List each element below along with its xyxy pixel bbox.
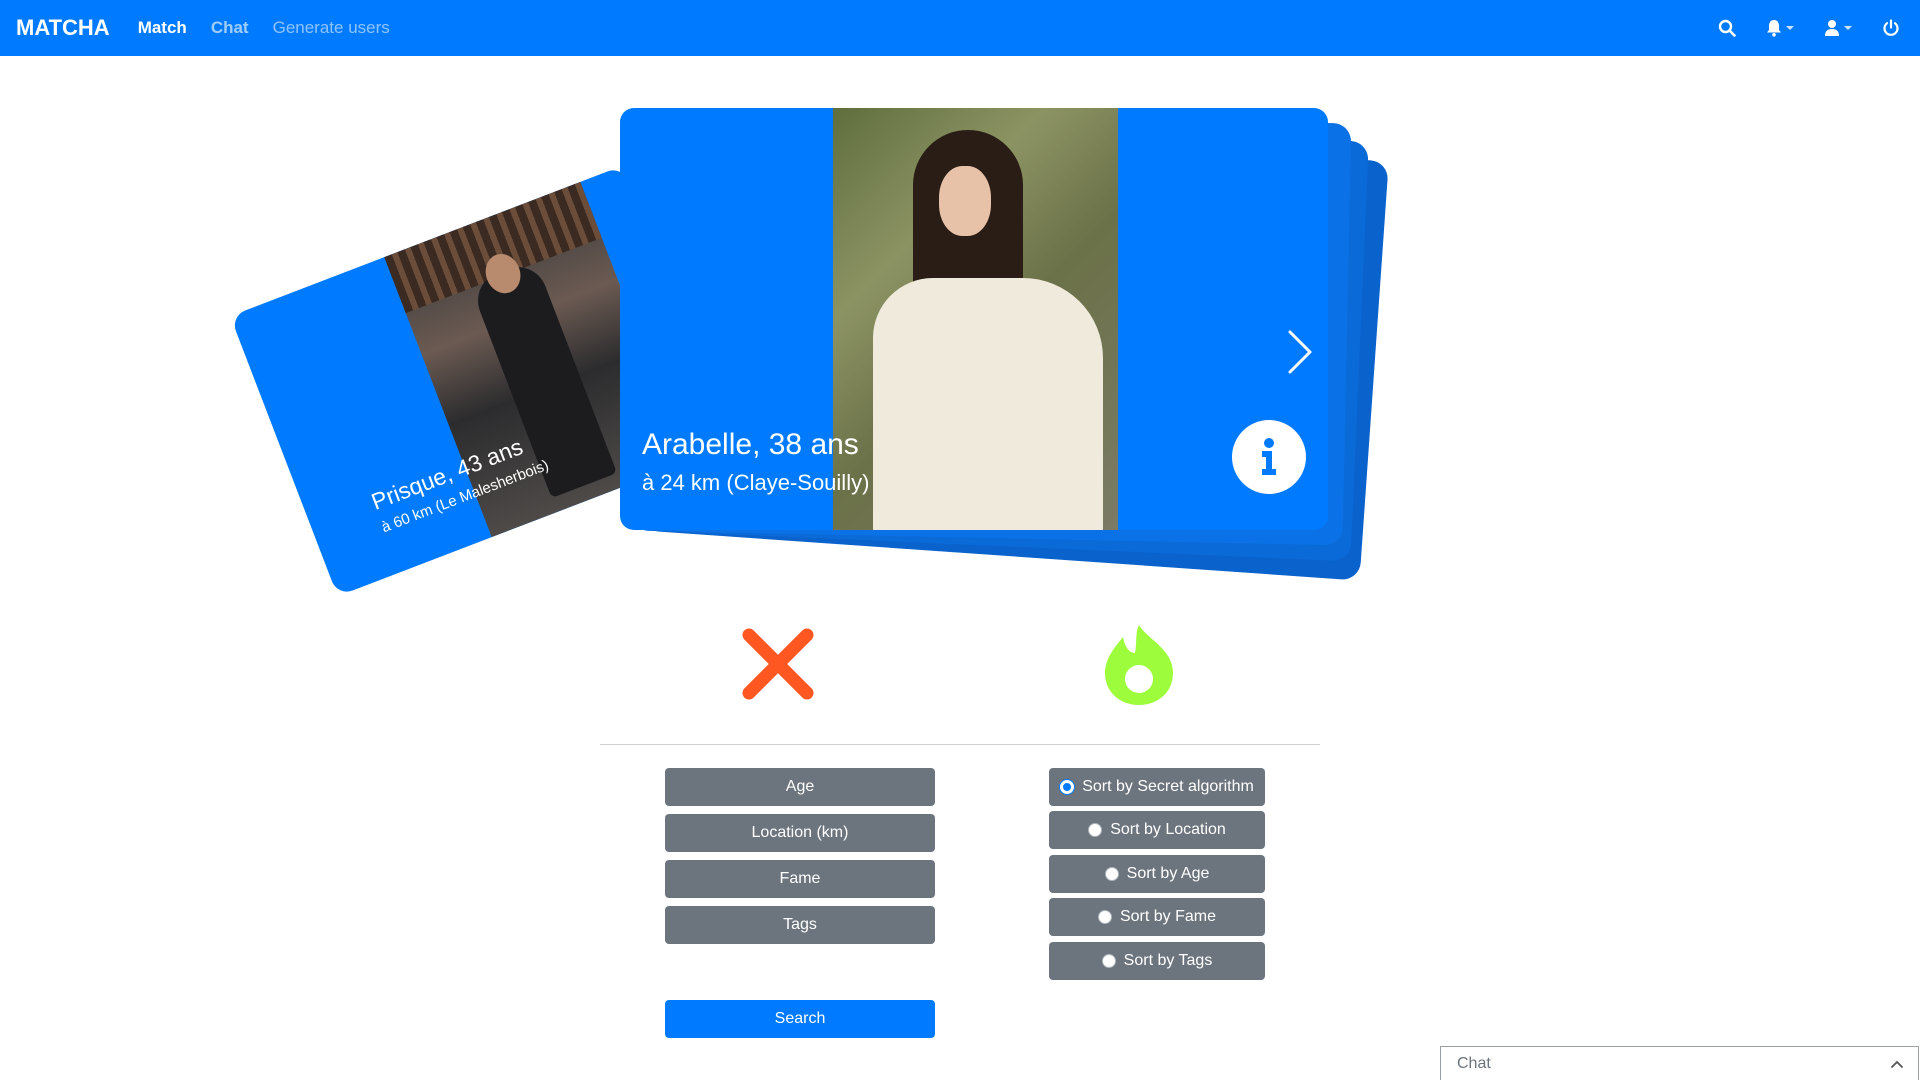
chat-dock[interactable]: Chat (1440, 1046, 1919, 1080)
filter-age-button[interactable]: Age (665, 768, 935, 806)
notifications-dropdown[interactable] (1766, 19, 1794, 37)
search-icon[interactable] (1718, 19, 1736, 37)
like-button[interactable] (1096, 618, 1182, 710)
bell-icon (1767, 20, 1781, 37)
sort-option-label: Sort by Fame (1119, 908, 1217, 925)
photo-subject-face (939, 166, 991, 236)
radio-icon[interactable] (1088, 823, 1103, 837)
sort-option-label: Sort by Tags (1123, 952, 1213, 969)
nav-link-chat[interactable]: Chat (211, 18, 249, 38)
next-photo-button[interactable] (1278, 322, 1318, 382)
sort-option-label: Sort by Age (1126, 865, 1210, 882)
profile-name: Arabelle, 38 ans (642, 428, 859, 461)
profile-info-button[interactable] (1232, 420, 1306, 494)
chevron-right-icon (1288, 330, 1312, 374)
profile-distance: à 24 km (Claye-Souilly) (642, 470, 870, 495)
current-profile-card[interactable]: Arabelle, 38 ans à 24 km (Claye-Souilly) (620, 108, 1328, 530)
profile-photo (833, 108, 1118, 530)
brand-logo[interactable]: MATCHA (16, 15, 110, 41)
sort-option-fame[interactable]: Sort by Fame (1049, 898, 1265, 936)
close-x-icon (742, 628, 814, 700)
sort-option-location[interactable]: Sort by Location (1049, 811, 1265, 849)
navbar-actions (1718, 0, 1900, 56)
chevron-up-icon[interactable] (1890, 1059, 1904, 1069)
sort-option-tags[interactable]: Sort by Tags (1049, 942, 1265, 980)
power-icon[interactable] (1882, 19, 1900, 37)
photo-subject-body (873, 278, 1103, 530)
search-button[interactable]: Search (665, 1000, 935, 1038)
filter-fame-button[interactable]: Fame (665, 860, 935, 898)
sort-option-label: Sort by Location (1110, 821, 1226, 838)
flame-icon (1105, 625, 1173, 705)
sort-option-age[interactable]: Sort by Age (1049, 855, 1265, 893)
chevron-down-icon (1844, 26, 1852, 30)
nav-link-match[interactable]: Match (138, 18, 187, 38)
info-icon (1262, 438, 1276, 475)
card-stack: Prisque, 43 ans à 60 km (Le Malesherbois… (0, 56, 1920, 597)
navbar: MATCHA Match Chat Generate users (0, 0, 1920, 56)
dislike-button[interactable] (736, 622, 820, 706)
user-dropdown[interactable] (1824, 19, 1852, 37)
filter-tags-button[interactable]: Tags (665, 906, 935, 944)
sort-option-label: Sort by Secret algorithm (1082, 778, 1254, 795)
filter-location-button[interactable]: Location (km) (665, 814, 935, 852)
chevron-down-icon (1786, 26, 1794, 30)
chat-dock-label: Chat (1457, 1054, 1491, 1072)
section-divider (600, 744, 1320, 745)
radio-icon[interactable] (1097, 910, 1112, 924)
user-icon (1825, 20, 1839, 36)
nav-link-generate-users[interactable]: Generate users (273, 18, 390, 38)
radio-checked-icon[interactable] (1060, 780, 1075, 794)
radio-icon[interactable] (1104, 867, 1119, 881)
radio-icon[interactable] (1101, 954, 1116, 968)
sort-option-secret-algorithm[interactable]: Sort by Secret algorithm (1049, 768, 1265, 806)
